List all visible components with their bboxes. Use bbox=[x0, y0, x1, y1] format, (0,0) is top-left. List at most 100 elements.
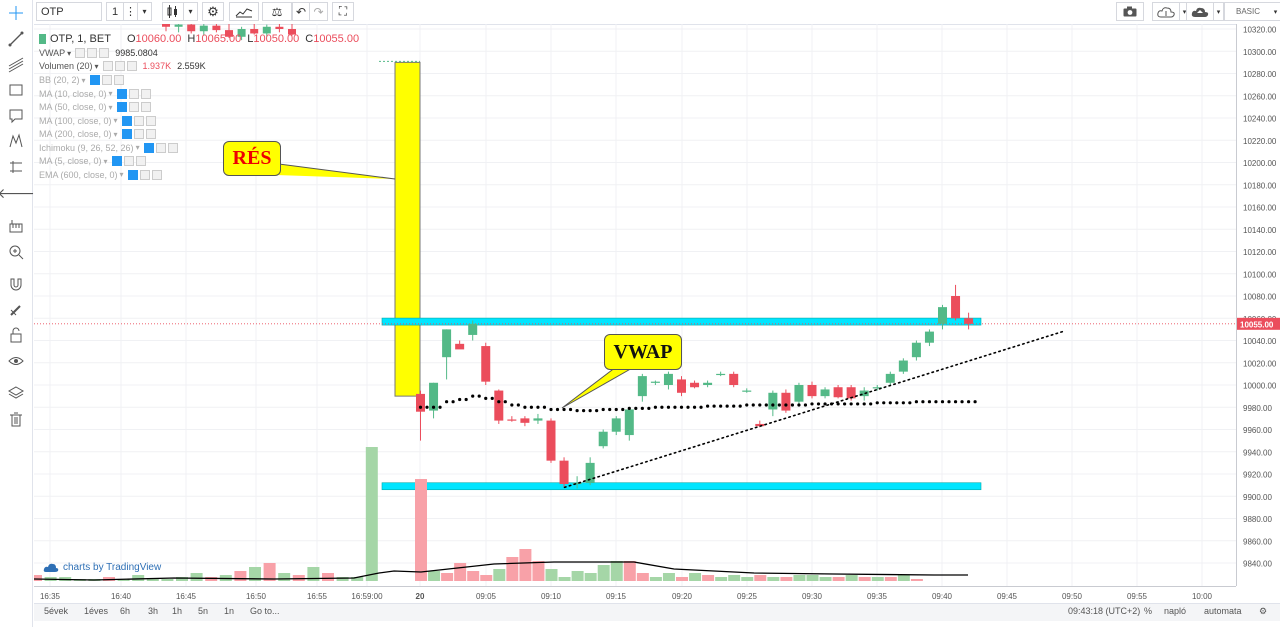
trash-icon[interactable] bbox=[6, 409, 26, 429]
redo-icon[interactable]: ↷ bbox=[310, 2, 328, 21]
vwap-label[interactable]: VWAP bbox=[39, 48, 65, 58]
indicator-row[interactable]: BB (20, 2) ▾ bbox=[39, 75, 124, 85]
indicator-row[interactable]: Ichimoku (9, 26, 52, 26) ▾ bbox=[39, 142, 178, 153]
indicator-close-icon[interactable] bbox=[113, 75, 124, 85]
time-axis[interactable]: 16:35 16:40 16:45 16:50 16:55 16:59:00 20 09:05… bbox=[34, 586, 1236, 604]
chart-pane[interactable]: OTP, 1, BET O 10060.00 H 10065.00 L 10050.0… bbox=[30, 22, 1236, 586]
volume-chevron-icon[interactable]: ▾ bbox=[95, 62, 99, 71]
indicator-row[interactable]: MA (200, close, 0) ▾ bbox=[39, 129, 156, 139]
trendline-icon[interactable] bbox=[6, 29, 26, 49]
indicator-chevron-icon[interactable]: ▾ bbox=[120, 170, 124, 179]
range-button[interactable]: 6h bbox=[120, 606, 130, 616]
indicator-chevron-icon[interactable]: ▾ bbox=[114, 130, 118, 139]
indicator-close-icon[interactable] bbox=[140, 88, 151, 99]
indicator-eye-icon[interactable] bbox=[143, 142, 154, 153]
mode-chevron-icon[interactable]: ▾ bbox=[1270, 2, 1280, 21]
indicator-settings-icon[interactable] bbox=[139, 169, 150, 180]
indicator-settings-icon[interactable] bbox=[123, 156, 134, 166]
indicator-chevron-icon[interactable]: ▾ bbox=[109, 103, 113, 112]
indicator-close-icon[interactable] bbox=[145, 115, 156, 126]
range-button[interactable]: Go to... bbox=[250, 606, 280, 616]
ruler-icon[interactable] bbox=[6, 216, 26, 236]
undo-icon[interactable]: ↶ bbox=[292, 2, 310, 21]
indicator-row[interactable]: MA (50, close, 0) ▾ bbox=[39, 102, 151, 112]
indicator-settings-icon[interactable] bbox=[101, 75, 112, 85]
percent-toggle[interactable]: % bbox=[1144, 606, 1152, 616]
price-axis[interactable]: 9840.00 9860.00 9880.00 9900.00 9920.00 9940.… bbox=[1236, 24, 1280, 586]
res-callout[interactable]: RÉS bbox=[223, 141, 281, 176]
pitchfork-icon[interactable] bbox=[6, 55, 26, 75]
time-axis-canvas[interactable]: 16:35 16:40 16:45 16:50 16:55 16:59:00 20 09:05… bbox=[34, 587, 1236, 604]
vwap-callout[interactable]: VWAP bbox=[604, 334, 682, 370]
rectangle-icon[interactable] bbox=[6, 80, 26, 100]
indicator-chevron-icon[interactable]: ▾ bbox=[109, 89, 113, 98]
time-tick-label: 09:45 bbox=[997, 592, 1018, 601]
indicator-close-icon[interactable] bbox=[151, 169, 162, 180]
crosshair-icon[interactable] bbox=[6, 3, 26, 23]
interval-select[interactable]: 1 bbox=[106, 2, 124, 21]
range-button[interactable]: 1éves bbox=[84, 606, 108, 616]
chart-type-chevron-icon[interactable]: ▾ bbox=[184, 2, 198, 21]
indicator-close-icon[interactable] bbox=[145, 129, 156, 139]
candles-icon[interactable] bbox=[162, 2, 184, 21]
indicator-settings-icon[interactable] bbox=[155, 142, 166, 153]
indicator-settings-icon[interactable] bbox=[133, 115, 144, 126]
magnet-icon[interactable] bbox=[6, 274, 26, 294]
indicator-eye-icon[interactable] bbox=[121, 115, 132, 126]
indicator-close-icon[interactable] bbox=[135, 156, 146, 166]
cloud-save-chevron-icon[interactable]: ▾ bbox=[1214, 2, 1224, 21]
cloud-load-icon[interactable] bbox=[1152, 2, 1180, 21]
range-button[interactable]: 1h bbox=[172, 606, 182, 616]
indicator-row[interactable]: MA (100, close, 0) ▾ bbox=[39, 115, 156, 126]
indicator-eye-icon[interactable] bbox=[89, 75, 100, 85]
vwap-chevron-icon[interactable]: ▾ bbox=[67, 49, 71, 58]
camera-icon[interactable] bbox=[1116, 2, 1144, 21]
compare-icon[interactable]: ⚖ bbox=[262, 2, 292, 21]
cloud-save-icon[interactable] bbox=[1186, 2, 1214, 21]
indicator-row[interactable]: MA (5, close, 0) ▾ bbox=[39, 156, 146, 166]
indicator-chevron-icon[interactable]: ▾ bbox=[136, 143, 140, 152]
zoom-icon[interactable] bbox=[6, 242, 26, 262]
interval-menu-icon[interactable]: ⋮ bbox=[124, 2, 138, 21]
settings-gear-icon[interactable]: ⚙ bbox=[1259, 606, 1267, 617]
pattern-icon[interactable] bbox=[6, 131, 26, 151]
indicator-eye-icon[interactable] bbox=[121, 129, 132, 139]
mode-button[interactable]: BASIC bbox=[1224, 2, 1272, 21]
indicators-icon[interactable] bbox=[229, 2, 259, 21]
indicator-eye-icon[interactable] bbox=[127, 169, 138, 180]
measure-icon[interactable] bbox=[6, 157, 26, 177]
fullscreen-icon[interactable]: ⛶ bbox=[332, 2, 354, 21]
comment-icon[interactable] bbox=[6, 106, 26, 126]
indicator-chevron-icon[interactable]: ▾ bbox=[114, 116, 118, 125]
indicator-eye-icon[interactable] bbox=[116, 88, 127, 99]
indicator-row[interactable]: MA (10, close, 0) ▾ bbox=[39, 88, 151, 99]
price-axis-canvas[interactable]: 9840.00 9860.00 9880.00 9900.00 9920.00 9940.… bbox=[1237, 24, 1280, 586]
chart-canvas[interactable] bbox=[30, 22, 1236, 586]
indicator-close-icon[interactable] bbox=[167, 142, 178, 153]
indicator-settings-icon[interactable] bbox=[133, 129, 144, 139]
indicator-row[interactable]: EMA (600, close, 0) ▾ bbox=[39, 169, 162, 180]
range-button[interactable]: 5évek bbox=[44, 606, 68, 616]
auto-toggle[interactable]: automata bbox=[1204, 606, 1242, 616]
gear-icon[interactable]: ⚙ bbox=[202, 2, 224, 21]
indicator-eye-icon[interactable] bbox=[116, 102, 127, 112]
range-button[interactable]: 3h bbox=[148, 606, 158, 616]
indicator-chevron-icon[interactable]: ▾ bbox=[82, 76, 86, 85]
log-toggle[interactable]: napló bbox=[1164, 606, 1186, 616]
indicator-close-icon[interactable] bbox=[140, 102, 151, 112]
chevron-down-icon[interactable]: ▾ bbox=[138, 2, 152, 21]
indicator-settings-icon[interactable] bbox=[128, 102, 139, 112]
back-arrow-icon[interactable]: 🡐 bbox=[0, 183, 35, 203]
indicator-eye-icon[interactable] bbox=[111, 156, 122, 166]
indicator-chevron-icon[interactable]: ▾ bbox=[104, 157, 108, 166]
indicator-settings-icon[interactable] bbox=[128, 88, 139, 99]
tradingview-watermark[interactable]: charts by TradingView bbox=[43, 562, 161, 573]
stay-drawing-icon[interactable] bbox=[6, 300, 26, 320]
range-button[interactable]: 1n bbox=[224, 606, 234, 616]
layers-icon[interactable] bbox=[6, 383, 26, 403]
eye-icon[interactable] bbox=[6, 351, 26, 371]
symbol-search-input[interactable]: OTP bbox=[36, 2, 102, 21]
lock-icon[interactable] bbox=[6, 325, 26, 345]
volume-label[interactable]: Volumen (20) bbox=[39, 61, 93, 71]
range-button[interactable]: 5n bbox=[198, 606, 208, 616]
